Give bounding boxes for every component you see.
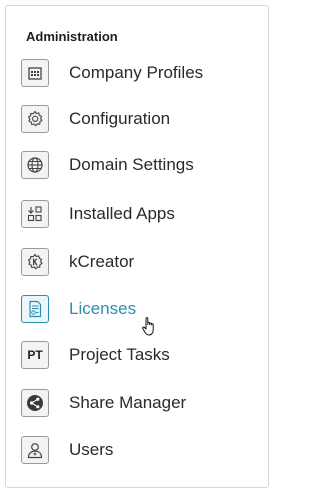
menu-item-share-manager[interactable]: Share Manager xyxy=(21,386,186,420)
menu-item-label: kCreator xyxy=(69,252,135,271)
user-icon xyxy=(21,436,49,464)
kcreator-gear-icon xyxy=(21,248,49,276)
share-icon xyxy=(21,389,49,417)
menu-item-label: Domain Settings xyxy=(69,155,194,174)
menu-item-label: Company Profiles xyxy=(69,63,204,82)
gear-icon xyxy=(21,105,49,133)
license-document-icon xyxy=(21,295,49,323)
menu-item-label: Share Manager xyxy=(69,393,187,412)
menu-item-label: Configuration xyxy=(69,109,171,128)
menu-item-configuration[interactable]: Configuration xyxy=(21,102,170,136)
menu-item-licenses[interactable]: Licenses xyxy=(21,292,136,326)
menu-item-domain-settings[interactable]: Domain Settings xyxy=(21,148,194,182)
apps-icon xyxy=(21,200,49,228)
menu-item-label: Installed Apps xyxy=(69,204,175,223)
pt-icon: PT xyxy=(21,341,49,369)
menu-item-installed-apps[interactable]: Installed Apps xyxy=(21,197,175,231)
hand-pointer-cursor-icon xyxy=(141,316,159,343)
menu-item-label: Licenses xyxy=(69,299,137,318)
globe-icon xyxy=(21,151,49,179)
menu-item-kcreator[interactable]: kCreator xyxy=(21,245,134,279)
building-icon xyxy=(21,59,49,87)
menu-item-label: Users xyxy=(69,440,114,459)
section-title: Administration xyxy=(26,29,118,44)
menu-item-label: Project Tasks xyxy=(69,345,170,364)
menu-item-company-profiles[interactable]: Company Profiles xyxy=(21,56,203,90)
menu-item-users[interactable]: Users xyxy=(21,433,113,467)
pt-icon-text: PT xyxy=(27,348,43,362)
menu-item-project-tasks[interactable]: PT Project Tasks xyxy=(21,338,170,372)
